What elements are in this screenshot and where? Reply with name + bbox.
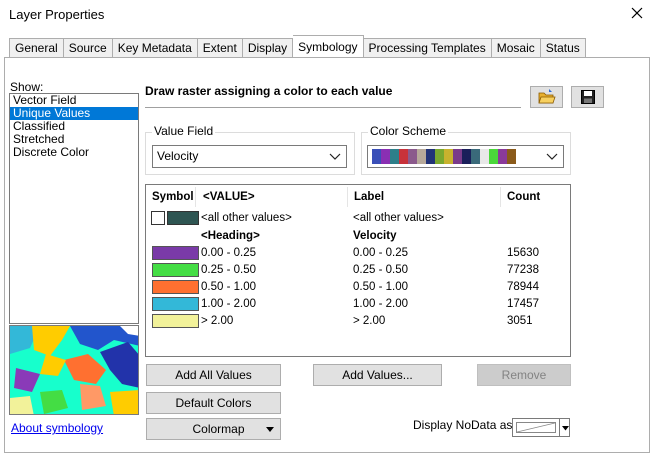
heading-value: <Heading> xyxy=(201,230,260,242)
color-ramp-swatch xyxy=(435,149,444,164)
symbol-swatch[interactable] xyxy=(152,280,199,294)
color-scheme-label: Color Scheme xyxy=(368,124,449,138)
renderer-item-discrete-color[interactable]: Discrete Color xyxy=(10,146,138,159)
row-count: 3051 xyxy=(507,315,533,327)
header-divider xyxy=(500,187,501,207)
nodata-swatch xyxy=(516,422,556,433)
open-button[interactable] xyxy=(530,86,563,108)
value-field-label: Value Field xyxy=(152,124,216,138)
close-button[interactable] xyxy=(628,4,646,22)
nodata-color-picker[interactable] xyxy=(512,418,570,437)
row-label[interactable]: 1.00 - 2.00 xyxy=(353,297,408,312)
row-count: 77238 xyxy=(507,264,539,276)
chevron-down-icon xyxy=(546,153,558,160)
color-ramp-swatch xyxy=(498,149,507,164)
symbology-preview-image xyxy=(9,325,139,415)
add-values-button[interactable]: Add Values... xyxy=(313,364,442,386)
color-ramp-swatch xyxy=(471,149,480,164)
color-ramp-swatch xyxy=(462,149,471,164)
row-label[interactable]: > 2.00 xyxy=(353,314,385,329)
color-ramp xyxy=(372,149,516,164)
row-count: 15630 xyxy=(507,247,539,259)
color-ramp-swatch xyxy=(399,149,408,164)
header-count[interactable]: Count xyxy=(507,186,540,208)
color-ramp-swatch xyxy=(417,149,426,164)
save-button[interactable] xyxy=(571,86,604,108)
color-ramp-swatch xyxy=(408,149,417,164)
symbol-swatch[interactable] xyxy=(152,314,199,328)
row-value: > 2.00 xyxy=(201,315,234,327)
row-value: 1.00 - 2.00 xyxy=(201,298,256,310)
color-scheme-select[interactable] xyxy=(367,145,564,168)
all-other-label[interactable]: <all other values> xyxy=(353,211,444,226)
dropdown-arrow-icon xyxy=(266,427,274,432)
color-ramp-swatch xyxy=(489,149,498,164)
tab-extent[interactable]: Extent xyxy=(197,38,243,58)
symbol-swatch[interactable] xyxy=(152,297,199,311)
row-label[interactable]: 0.25 - 0.50 xyxy=(353,263,408,278)
tab-display[interactable]: Display xyxy=(242,38,294,58)
header-symbol[interactable]: Symbol xyxy=(152,186,194,208)
header-label[interactable]: Label xyxy=(354,186,384,208)
nodata-divider xyxy=(559,419,560,436)
default-colors-button[interactable]: Default Colors xyxy=(146,392,281,414)
tab-mosaic[interactable]: Mosaic xyxy=(491,38,541,58)
tab-processing-templates[interactable]: Processing Templates xyxy=(363,38,492,58)
color-ramp-swatch xyxy=(444,149,453,164)
row-count: 17457 xyxy=(507,298,539,310)
nodata-label: Display NoData as xyxy=(413,418,513,432)
renderer-list: Vector Field Unique Values Classified St… xyxy=(9,93,139,324)
folder-open-icon xyxy=(537,89,556,104)
row-value: 0.25 - 0.50 xyxy=(201,264,256,276)
header-divider xyxy=(347,187,348,207)
add-all-values-button[interactable]: Add All Values xyxy=(146,364,281,386)
all-other-color-swatch[interactable] xyxy=(167,211,199,225)
colormap-button[interactable]: Colormap xyxy=(146,418,281,440)
color-ramp-swatch xyxy=(390,149,399,164)
tab-strip: General Source Key Metadata Extent Displ… xyxy=(9,35,586,58)
color-ramp-swatch xyxy=(453,149,462,164)
remove-button[interactable]: Remove xyxy=(477,364,571,386)
all-other-value: <all other values> xyxy=(201,212,292,224)
header-value[interactable]: <VALUE> xyxy=(203,186,255,208)
tab-source[interactable]: Source xyxy=(63,38,113,58)
tab-symbology[interactable]: Symbology xyxy=(293,35,364,57)
all-other-checkbox[interactable] xyxy=(151,211,165,225)
color-ramp-swatch xyxy=(426,149,435,164)
row-label[interactable]: 0.00 - 0.25 xyxy=(353,246,408,261)
about-symbology-link[interactable]: About symbology xyxy=(11,421,103,435)
value-field-select[interactable]: Velocity xyxy=(152,145,347,168)
dropdown-arrow-icon xyxy=(562,426,569,431)
tab-general[interactable]: General xyxy=(9,38,64,58)
color-ramp-swatch xyxy=(381,149,390,164)
tab-status[interactable]: Status xyxy=(540,38,586,58)
color-ramp-swatch xyxy=(507,149,516,164)
window-title: Layer Properties xyxy=(9,7,105,22)
color-ramp-swatch xyxy=(480,149,489,164)
chevron-down-icon xyxy=(329,153,341,160)
renderer-description: Draw raster assigning a color to each va… xyxy=(145,84,521,108)
save-icon xyxy=(580,90,595,104)
header-divider xyxy=(195,187,196,207)
colormap-button-label: Colormap xyxy=(192,422,245,436)
symbol-swatch[interactable] xyxy=(152,246,199,260)
row-value: 0.50 - 1.00 xyxy=(201,281,256,293)
row-count: 78944 xyxy=(507,281,539,293)
close-icon xyxy=(631,7,643,19)
show-label: Show: xyxy=(10,80,44,94)
symbol-swatch[interactable] xyxy=(152,263,199,277)
row-value: 0.00 - 0.25 xyxy=(201,247,256,259)
tab-key-metadata[interactable]: Key Metadata xyxy=(112,38,198,58)
heading-label[interactable]: Velocity xyxy=(353,229,396,244)
color-ramp-swatch xyxy=(372,149,381,164)
value-field-value: Velocity xyxy=(157,149,199,163)
row-label[interactable]: 0.50 - 1.00 xyxy=(353,280,408,295)
